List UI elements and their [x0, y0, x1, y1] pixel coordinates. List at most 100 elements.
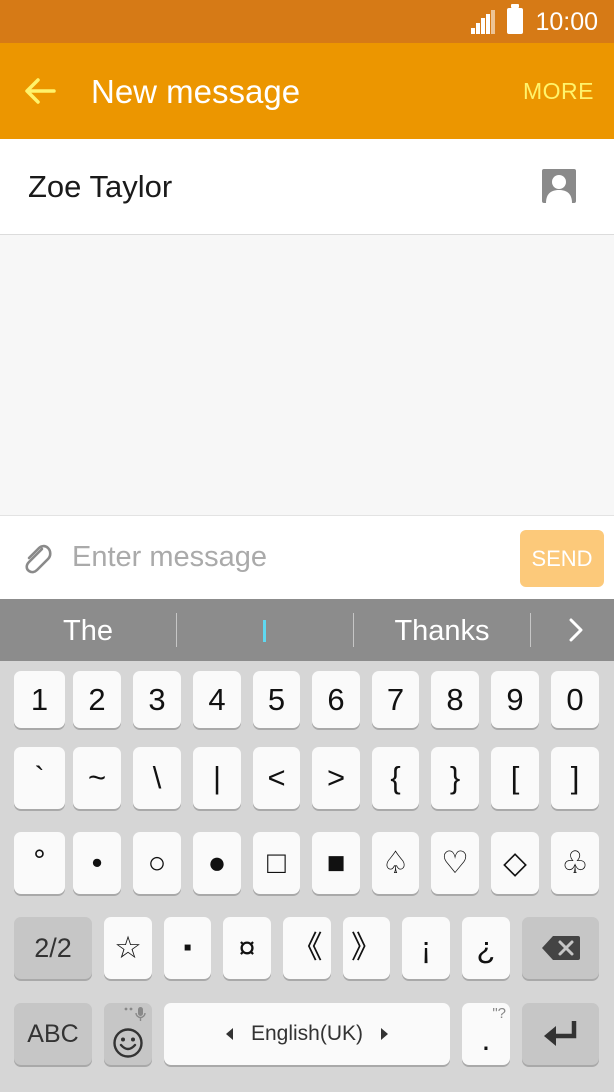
status-bar: 10:00: [0, 0, 614, 43]
key-label: 3: [148, 682, 166, 717]
battery-icon: [507, 4, 524, 34]
enter-icon: [543, 1021, 576, 1046]
key[interactable]: <: [253, 747, 300, 809]
message-thread: [0, 235, 614, 515]
key-label: \: [152, 760, 162, 795]
key-hint: "?: [492, 1005, 506, 1022]
key-label: ■: [326, 845, 346, 880]
key[interactable]: •: [73, 832, 121, 894]
suggestion-item-1[interactable]: The: [0, 599, 176, 661]
enter-key[interactable]: [522, 1003, 599, 1065]
key-label: ♧: [561, 845, 589, 880]
space-language-label: English(UK): [250, 1022, 364, 1045]
app-bar: New message MORE: [0, 43, 614, 139]
key[interactable]: 4: [193, 671, 241, 728]
space-key[interactable]: English(UK): [164, 1003, 450, 1065]
key-label: ♤: [381, 845, 410, 880]
language-left-icon: [226, 1028, 234, 1041]
key[interactable]: ◇: [491, 832, 539, 894]
key[interactable]: 1: [14, 671, 65, 728]
key-label: {: [390, 760, 401, 795]
key[interactable]: \: [133, 747, 181, 809]
key-label: 2/2: [34, 933, 72, 963]
arrow-left-icon[interactable]: [22, 73, 58, 109]
key-label: ¿: [476, 930, 496, 965]
backspace-icon: [541, 936, 580, 960]
key[interactable]: |: [193, 747, 241, 809]
contact-icon[interactable]: [542, 169, 576, 203]
key[interactable]: ]: [551, 747, 599, 809]
key[interactable]: 9: [491, 671, 539, 728]
key[interactable]: }: [431, 747, 479, 809]
key[interactable]: °: [14, 832, 65, 894]
suggestion-item-3[interactable]: Thanks: [354, 599, 530, 661]
key-label: 4: [208, 682, 226, 717]
composer: SEND: [0, 515, 614, 600]
key[interactable]: ♡: [431, 832, 479, 894]
emoji-key[interactable]: [104, 1003, 152, 1065]
key-label: 《: [291, 930, 323, 965]
key[interactable]: ●: [193, 832, 241, 894]
paperclip-icon[interactable]: [20, 541, 54, 575]
key[interactable]: 0: [551, 671, 599, 728]
abc-key[interactable]: ABC: [14, 1003, 92, 1065]
recipient-field[interactable]: Zoe Taylor: [0, 139, 614, 235]
key-label: >: [326, 760, 346, 795]
key[interactable]: 》: [343, 917, 390, 979]
key[interactable]: ▪: [164, 917, 211, 979]
key-label: 7: [386, 682, 405, 717]
mic-icon: [124, 1007, 146, 1021]
key-label: ♡: [441, 845, 469, 880]
suggestion-divider: [530, 613, 531, 647]
emoji-icon: [113, 1028, 143, 1058]
key-label: 2: [88, 682, 106, 717]
key-label: <: [267, 760, 286, 795]
key-label: ☆: [114, 930, 142, 965]
period-key[interactable]: "? .: [462, 1003, 510, 1065]
key[interactable]: ☆: [104, 917, 152, 979]
key[interactable]: >: [312, 747, 360, 809]
key[interactable]: 5: [253, 671, 300, 728]
key-label: □: [267, 845, 286, 880]
key[interactable]: □: [253, 832, 300, 894]
send-button[interactable]: SEND: [520, 530, 604, 587]
key[interactable]: ♧: [551, 832, 599, 894]
key[interactable]: [: [491, 747, 539, 809]
key[interactable]: 7: [372, 671, 419, 728]
key[interactable]: ¤: [223, 917, 271, 979]
key-label: `: [34, 760, 45, 795]
key-label: °: [33, 843, 46, 878]
text-cursor: [263, 620, 266, 642]
key-label: ~: [87, 760, 107, 795]
key-label: 0: [566, 682, 584, 717]
key[interactable]: 《: [283, 917, 331, 979]
language-right-icon: [380, 1028, 388, 1041]
key[interactable]: 2: [73, 671, 121, 728]
key-label: •: [91, 845, 103, 880]
key-label: ¤: [238, 930, 256, 965]
key[interactable]: {: [372, 747, 419, 809]
key[interactable]: ■: [312, 832, 360, 894]
key-label: 6: [327, 682, 345, 717]
key[interactable]: 3: [133, 671, 181, 728]
status-time: 10:00: [535, 7, 598, 36]
key[interactable]: 6: [312, 671, 360, 728]
key-label: ]: [570, 760, 580, 795]
key[interactable]: ~: [73, 747, 121, 809]
key-label: }: [449, 760, 461, 795]
key-label: .: [481, 1021, 491, 1057]
key[interactable]: ¡: [402, 917, 450, 979]
chevron-right-icon[interactable]: [566, 617, 586, 643]
page-toggle-key[interactable]: 2/2: [14, 917, 92, 979]
key[interactable]: ○: [133, 832, 181, 894]
key-label: ●: [207, 845, 227, 880]
signal-icon: [471, 10, 496, 34]
key-label: ABC: [27, 1020, 79, 1048]
more-button[interactable]: MORE: [523, 43, 594, 139]
message-input[interactable]: [72, 532, 502, 582]
key[interactable]: ♤: [372, 832, 419, 894]
key[interactable]: `: [14, 747, 65, 809]
key[interactable]: 8: [431, 671, 479, 728]
key[interactable]: ¿: [462, 917, 510, 979]
backspace-key[interactable]: [522, 917, 599, 979]
